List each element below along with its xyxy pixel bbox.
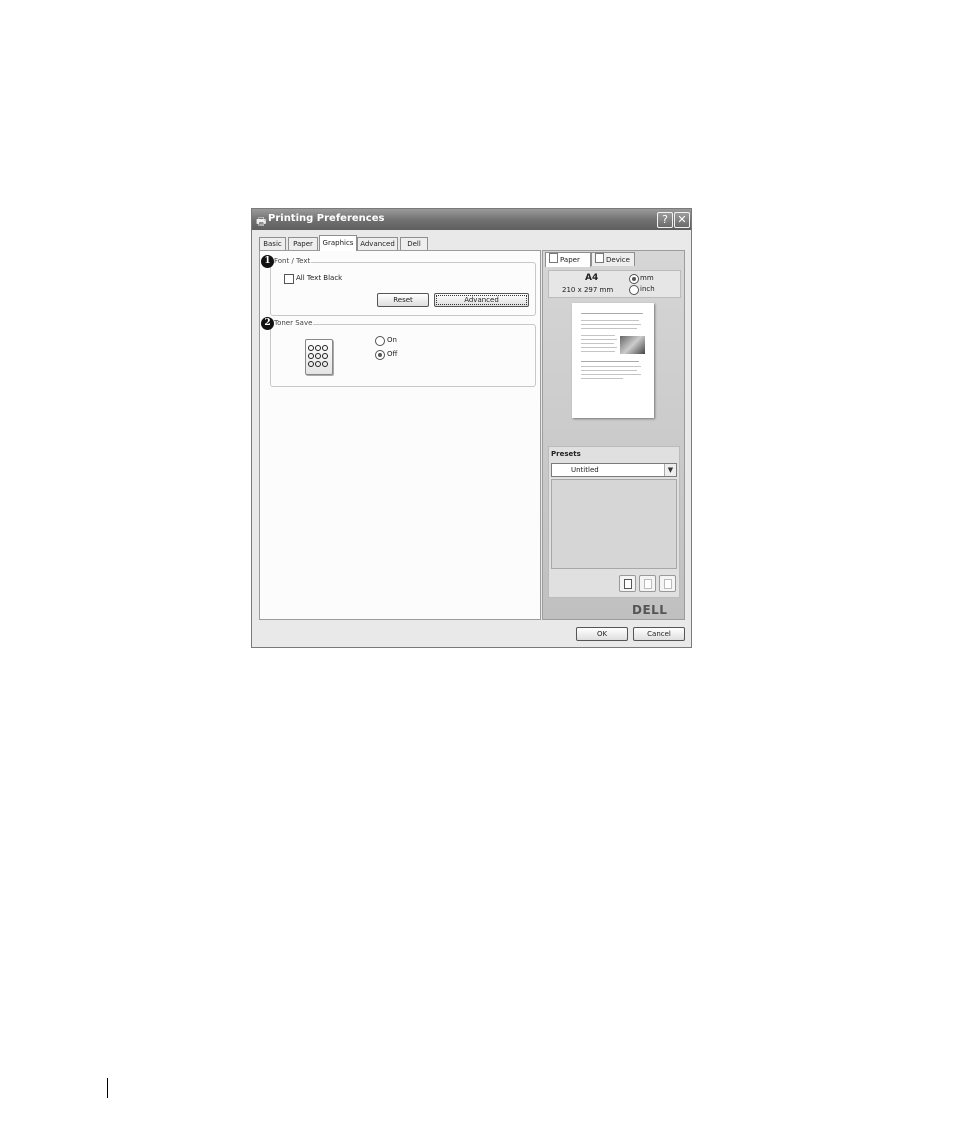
toner-save-icon xyxy=(305,339,333,375)
font-text-group: Font / Text All Text Black Reset Advance… xyxy=(270,257,536,316)
printing-preferences-dialog: 🖶 Printing Preferences ? ✕ Basic Paper G… xyxy=(251,208,692,648)
page-preview xyxy=(572,303,654,418)
preview-side-panel: Paper Device A4 210 x 297 mm mm inch Pre… xyxy=(542,250,685,620)
page-margin-rule xyxy=(107,1078,108,1098)
callout-badge-2: 2 xyxy=(261,317,274,330)
paper-icon xyxy=(549,253,558,263)
close-button[interactable]: ✕ xyxy=(674,212,690,228)
presets-section: Presets Untitled ▼ xyxy=(548,446,680,598)
unit-mm-radio[interactable] xyxy=(629,274,639,284)
paper-info-box: A4 210 x 297 mm mm inch xyxy=(548,270,681,298)
toner-save-group: Toner Save On Off xyxy=(270,319,536,387)
chevron-down-icon[interactable]: ▼ xyxy=(664,464,676,476)
callout-badge-1: 1 xyxy=(261,255,274,268)
paper-dimensions: 210 x 297 mm xyxy=(562,286,614,294)
side-tab-device-label: Device xyxy=(606,256,630,264)
all-text-black-checkbox[interactable] xyxy=(284,274,294,284)
dell-logo: DELL xyxy=(632,603,668,617)
cancel-button[interactable]: Cancel xyxy=(633,627,685,641)
presets-label: Presets xyxy=(551,450,581,458)
font-text-group-label: Font / Text xyxy=(273,257,312,265)
tab-basic[interactable]: Basic xyxy=(259,237,286,250)
unit-mm-label: mm xyxy=(640,274,654,282)
save-icon xyxy=(644,579,652,589)
ok-button[interactable]: OK xyxy=(576,627,628,641)
tab-advanced[interactable]: Advanced xyxy=(357,237,398,250)
advanced-button[interactable]: Advanced xyxy=(434,293,529,307)
all-text-black-label: All Text Black xyxy=(296,274,343,282)
printer-device-icon xyxy=(595,253,604,263)
toner-save-off-label: Off xyxy=(387,350,398,358)
side-tab-device[interactable]: Device xyxy=(591,252,635,266)
new-document-icon xyxy=(624,579,632,589)
toner-save-on-label: On xyxy=(387,336,397,344)
help-button[interactable]: ? xyxy=(657,212,673,228)
side-tab-paper-label: Paper xyxy=(560,256,580,264)
presets-dropdown[interactable]: Untitled ▼ xyxy=(551,463,677,477)
preview-image xyxy=(620,336,645,354)
side-tab-paper[interactable]: Paper xyxy=(545,252,591,267)
save-preset-button[interactable] xyxy=(639,575,656,592)
printer-icon: 🖶 xyxy=(256,215,267,228)
toner-save-on-radio[interactable] xyxy=(375,336,385,346)
delete-preset-button[interactable] xyxy=(659,575,676,592)
toner-save-off-radio[interactable] xyxy=(375,350,385,360)
toner-save-group-label: Toner Save xyxy=(273,319,314,327)
new-preset-button[interactable] xyxy=(619,575,636,592)
tab-paper[interactable]: Paper xyxy=(288,237,318,250)
window-title: Printing Preferences xyxy=(268,213,385,224)
trash-icon xyxy=(664,579,672,589)
paper-size: A4 xyxy=(585,273,599,283)
presets-selected-value: Untitled xyxy=(571,466,599,474)
unit-inch-label: inch xyxy=(640,285,655,293)
presets-list[interactable] xyxy=(551,479,677,569)
title-bar: 🖶 Printing Preferences ? ✕ xyxy=(252,209,691,230)
unit-inch-radio[interactable] xyxy=(629,285,639,295)
tab-dell[interactable]: Dell xyxy=(400,237,428,250)
reset-button[interactable]: Reset xyxy=(377,293,429,307)
graphics-tab-panel: Font / Text All Text Black Reset Advance… xyxy=(259,250,541,620)
tab-graphics[interactable]: Graphics xyxy=(319,235,357,251)
